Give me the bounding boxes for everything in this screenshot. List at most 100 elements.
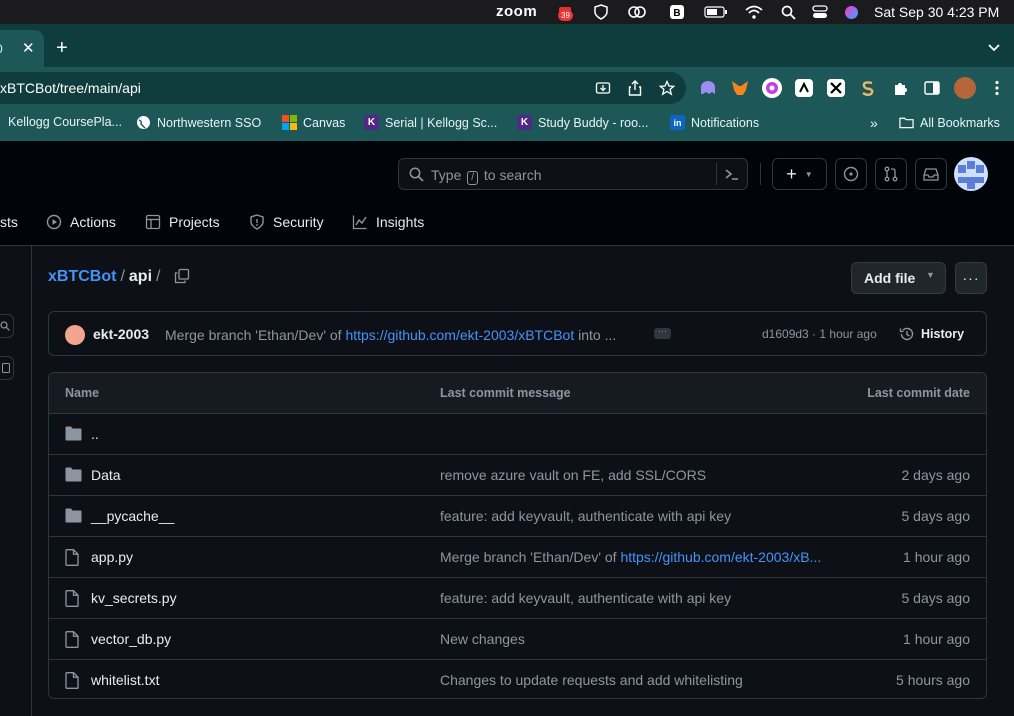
tab-search-chevron-icon[interactable] bbox=[988, 39, 1000, 55]
table-row[interactable]: __pycache__ feature: add keyvault, authe… bbox=[49, 496, 986, 537]
commit-message[interactable]: New changes bbox=[440, 631, 850, 647]
column-header-date: Last commit date bbox=[867, 386, 970, 400]
install-app-icon[interactable] bbox=[594, 79, 612, 97]
history-clock-icon bbox=[899, 327, 914, 341]
table-row[interactable]: kv_secrets.py feature: add keyvault, aut… bbox=[49, 578, 986, 619]
header-divider bbox=[760, 163, 761, 185]
metamask-extension-icon[interactable] bbox=[731, 79, 749, 97]
commit-message-link[interactable]: https://github.com/ekt-2003/xB... bbox=[620, 549, 821, 565]
commit-sha-time[interactable]: d1609d3 · 1 hour ago bbox=[762, 327, 877, 341]
chrome-menu-icon[interactable] bbox=[988, 79, 1006, 97]
issue-opened-icon bbox=[843, 166, 859, 182]
table-row[interactable]: vector_db.py New changes 1 hour ago bbox=[49, 619, 986, 660]
address-url[interactable]: xBTCBot/tree/main/api bbox=[0, 80, 141, 96]
s-extension-icon[interactable] bbox=[859, 79, 877, 97]
pink-extension-icon[interactable] bbox=[762, 78, 782, 98]
bookmark-canvas[interactable]: Canvas bbox=[282, 115, 345, 130]
search-placeholder-prefix: Type bbox=[431, 167, 462, 183]
bookmark-kellogg-courseplan[interactable]: Kellogg CoursePla... bbox=[8, 115, 122, 129]
tab-insights[interactable]: Insights bbox=[352, 214, 424, 230]
shield-icon[interactable] bbox=[592, 3, 610, 21]
tab-close-icon[interactable]: ✕ bbox=[22, 39, 35, 57]
extensions-puzzle-icon[interactable] bbox=[891, 79, 909, 97]
commit-message[interactable]: Changes to update requests and add white… bbox=[440, 672, 850, 688]
nav-label: Projects bbox=[169, 214, 220, 230]
all-bookmarks-folder[interactable]: All Bookmarks bbox=[899, 115, 1000, 130]
file-name[interactable]: kv_secrets.py bbox=[91, 590, 177, 606]
folder-icon bbox=[65, 467, 82, 484]
all-bookmarks-label: All Bookmarks bbox=[920, 115, 1000, 130]
inbox-button[interactable] bbox=[915, 158, 947, 190]
profile-avatar[interactable] bbox=[954, 77, 976, 99]
issues-button[interactable] bbox=[835, 158, 867, 190]
file-name[interactable]: whitelist.txt bbox=[91, 672, 159, 688]
file-name[interactable]: Data bbox=[91, 467, 121, 483]
history-button[interactable]: History bbox=[899, 326, 964, 342]
commit-message-link[interactable]: https://github.com/ekt-2003/xBTCBot bbox=[345, 327, 574, 343]
active-tab[interactable]: 0 ✕ bbox=[0, 30, 44, 67]
file-name[interactable]: __pycache__ bbox=[91, 508, 174, 524]
bookmarks-overflow-icon[interactable]: » bbox=[870, 115, 878, 131]
notion-like-extension-icon[interactable] bbox=[795, 79, 813, 97]
more-options-button[interactable]: ··· bbox=[955, 262, 987, 294]
file-search-button[interactable] bbox=[0, 314, 14, 338]
tab-actions[interactable]: Actions bbox=[46, 214, 116, 230]
macos-menu-bar: zoom 39 B Sat Sep 30 4:23 PM bbox=[0, 0, 1014, 24]
new-tab-icon[interactable]: + bbox=[56, 37, 68, 60]
column-header-name: Name bbox=[65, 386, 100, 400]
table-row-parent-dir[interactable]: .. bbox=[49, 414, 986, 455]
command-palette-icon[interactable] bbox=[725, 167, 739, 186]
file-name[interactable]: app.py bbox=[91, 549, 133, 565]
tab-pull-requests-partial[interactable]: sts bbox=[0, 214, 18, 230]
github-search-input[interactable]: Type / to search bbox=[398, 158, 748, 190]
menubar-clock[interactable]: Sat Sep 30 4:23 PM bbox=[874, 4, 999, 20]
bookmark-star-icon[interactable] bbox=[658, 79, 676, 97]
commit-message[interactable]: feature: add keyvault, authenticate with… bbox=[440, 590, 850, 606]
ghost-extension-icon[interactable] bbox=[699, 79, 717, 97]
breadcrumb-current-dir: api bbox=[128, 268, 153, 285]
battery-icon[interactable] bbox=[704, 3, 728, 21]
commit-message[interactable]: Merge branch 'Ethan/Dev' of https://gith… bbox=[165, 327, 645, 343]
commit-author-avatar[interactable] bbox=[65, 325, 85, 345]
bookmark-northwestern-sso[interactable]: Northwestern SSO bbox=[136, 115, 261, 130]
spotlight-search-icon[interactable] bbox=[779, 3, 797, 21]
zoom-app-label[interactable]: zoom bbox=[496, 3, 537, 20]
folder-icon bbox=[65, 426, 82, 443]
expand-commit-message-button[interactable]: ··· bbox=[654, 327, 671, 339]
table-row[interactable]: Data remove azure vault on FE, add SSL/C… bbox=[49, 455, 986, 496]
collapse-sidebar-button[interactable] bbox=[0, 356, 14, 380]
file-name[interactable]: vector_db.py bbox=[91, 631, 171, 647]
search-placeholder: Type / to search bbox=[431, 167, 542, 185]
tab-projects[interactable]: Projects bbox=[145, 214, 220, 230]
pull-requests-button[interactable] bbox=[875, 158, 907, 190]
commit-message[interactable]: Merge branch 'Ethan/Dev' of https://gith… bbox=[440, 549, 850, 565]
side-panel-icon[interactable] bbox=[923, 79, 941, 97]
commit-message[interactable]: remove azure vault on FE, add SSL/CORS bbox=[440, 467, 850, 483]
bookmark-notifications[interactable]: in Notifications bbox=[670, 115, 759, 130]
x-extension-icon[interactable] bbox=[827, 79, 845, 97]
github-header: Type / to search + ▼ sts Actions Project… bbox=[0, 141, 1014, 246]
bookmark-study-buddy[interactable]: K Study Buddy - roo... bbox=[517, 115, 648, 130]
breadcrumb-repo-link[interactable]: xBTCBot bbox=[48, 268, 116, 286]
table-row[interactable]: whitelist.txt Changes to update requests… bbox=[49, 660, 986, 698]
bookmark-serial-kellogg[interactable]: K Serial | Kellogg Sc... bbox=[364, 115, 497, 130]
address-bar[interactable]: xBTCBot/tree/main/api bbox=[0, 72, 686, 104]
latest-commit-box: ekt-2003 Merge branch 'Ethan/Dev' of htt… bbox=[48, 311, 987, 356]
commit-message[interactable]: feature: add keyvault, authenticate with… bbox=[440, 508, 850, 524]
user-avatar[interactable] bbox=[954, 157, 988, 191]
siri-icon[interactable] bbox=[842, 3, 860, 21]
breadcrumb-trailing-separator: / bbox=[156, 268, 161, 285]
commit-author[interactable]: ekt-2003 bbox=[93, 326, 149, 342]
bitdefender-icon[interactable]: B bbox=[668, 3, 686, 21]
control-center-icon[interactable] bbox=[811, 3, 829, 21]
file-name[interactable]: .. bbox=[91, 426, 99, 442]
wifi-icon[interactable] bbox=[745, 3, 763, 21]
add-file-button[interactable]: Add file ▼ bbox=[851, 262, 946, 294]
create-new-button[interactable]: + ▼ bbox=[772, 158, 827, 190]
tab-security[interactable]: Security bbox=[249, 214, 324, 230]
copy-path-icon[interactable] bbox=[174, 268, 192, 286]
table-row[interactable]: app.py Merge branch 'Ethan/Dev' of https… bbox=[49, 537, 986, 578]
share-icon[interactable] bbox=[626, 79, 644, 97]
creative-cloud-icon[interactable] bbox=[628, 3, 646, 21]
microsoft-logo-icon bbox=[282, 115, 297, 130]
